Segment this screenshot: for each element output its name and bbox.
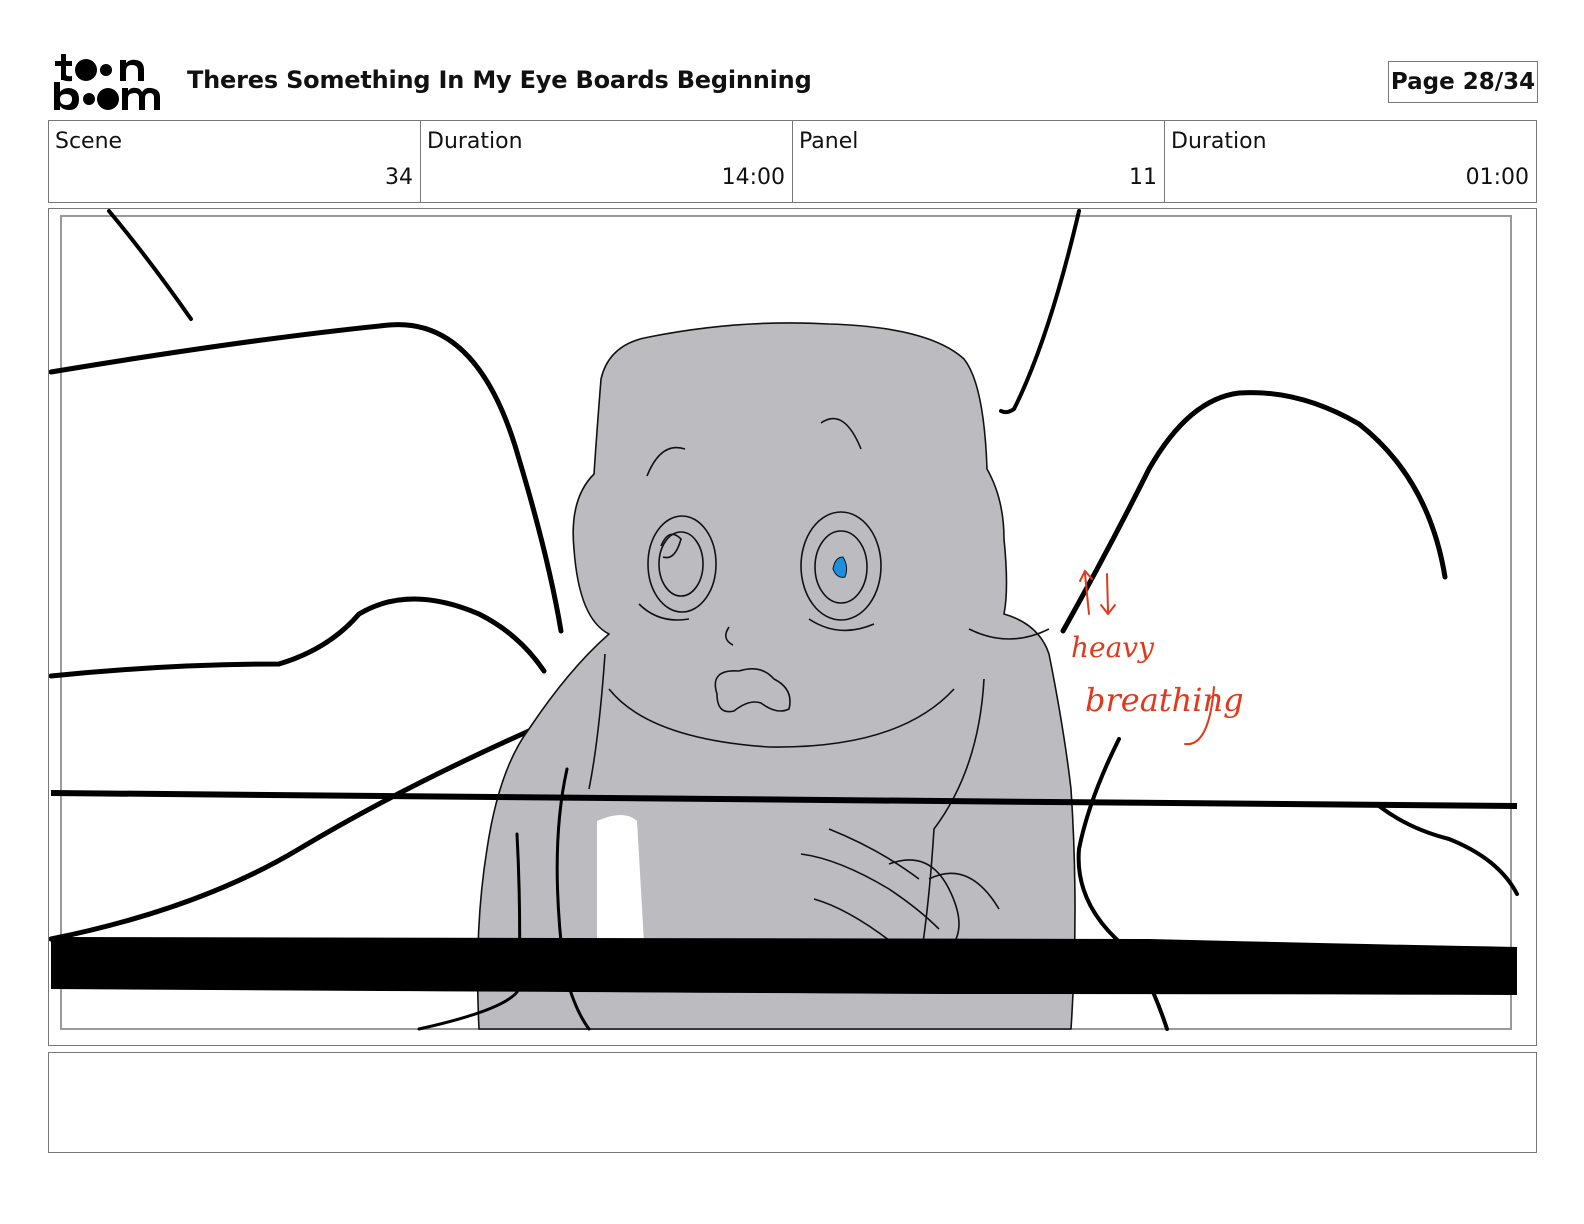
annotation-breathing: breathing xyxy=(1085,681,1244,719)
scene-duration-cell: Duration 14:00 xyxy=(421,121,793,202)
storyboard-panel: heavy breathing xyxy=(48,208,1537,1046)
scene-cell: Scene 34 xyxy=(49,121,421,202)
scene-label: Scene xyxy=(55,129,123,154)
toon-boom-logo xyxy=(52,52,164,112)
document-title: Theres Something In My Eye Boards Beginn… xyxy=(187,66,812,94)
panel-duration-label: Duration xyxy=(1171,129,1267,154)
annotation-heavy: heavy xyxy=(1071,631,1155,664)
scene-value: 34 xyxy=(385,165,413,190)
table-bar xyxy=(51,937,1517,995)
panel-label: Panel xyxy=(799,129,859,154)
panel-value: 11 xyxy=(1129,165,1157,190)
scene-duration-value: 14:00 xyxy=(721,165,785,190)
character xyxy=(476,322,1076,1030)
scene-duration-label: Duration xyxy=(427,129,523,154)
panel-cell: Panel 11 xyxy=(793,121,1165,202)
panel-duration-cell: Duration 01:00 xyxy=(1165,121,1536,202)
scene-info-bar: Scene 34 Duration 14:00 Panel 11 Duratio… xyxy=(48,120,1537,203)
panel-drawing: heavy breathing xyxy=(49,209,1519,1031)
panel-duration-value: 01:00 xyxy=(1465,165,1529,190)
page-indicator: Page 28/34 xyxy=(1388,61,1538,103)
panel-notes xyxy=(48,1052,1537,1153)
